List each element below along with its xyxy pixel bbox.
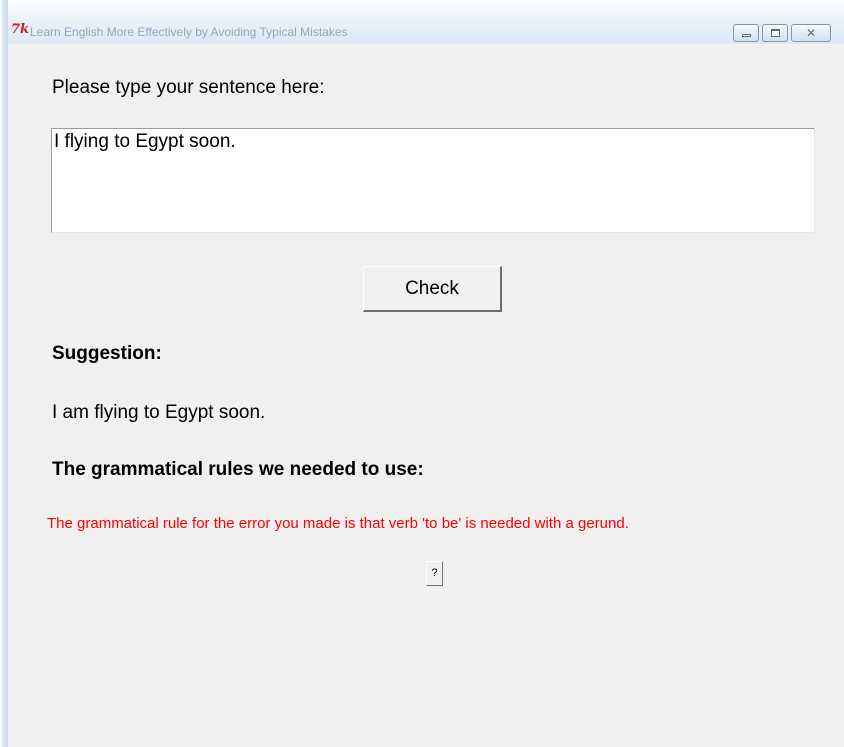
window-title: Learn English More Effectively by Avoidi… bbox=[30, 25, 348, 39]
rules-heading: The grammatical rules we needed to use: bbox=[52, 459, 424, 480]
suggestion-heading: Suggestion: bbox=[52, 343, 162, 364]
suggestion-text: I am flying to Egypt soon. bbox=[52, 402, 266, 423]
close-button[interactable]: ✕ bbox=[791, 24, 831, 42]
check-button[interactable]: Check bbox=[363, 266, 502, 312]
main-content: Please type your sentence here: I flying… bbox=[8, 44, 844, 747]
minimize-button[interactable] bbox=[733, 24, 759, 42]
title-bar[interactable]: 7k Learn English More Effectively by Avo… bbox=[8, 0, 844, 44]
maximize-icon bbox=[771, 29, 780, 37]
help-button[interactable]: ? bbox=[426, 561, 443, 586]
sentence-prompt-label: Please type your sentence here: bbox=[52, 77, 325, 98]
minimize-icon bbox=[742, 34, 751, 37]
tk-feather-icon: 7k bbox=[11, 22, 30, 37]
maximize-button[interactable] bbox=[762, 24, 788, 42]
sentence-input[interactable]: I flying to Egypt soon. bbox=[51, 128, 815, 233]
window-left-border bbox=[0, 0, 8, 747]
app-window: 7k Learn English More Effectively by Avo… bbox=[8, 0, 844, 747]
rule-explanation: The grammatical rule for the error you m… bbox=[47, 515, 629, 532]
close-icon: ✕ bbox=[805, 26, 817, 40]
